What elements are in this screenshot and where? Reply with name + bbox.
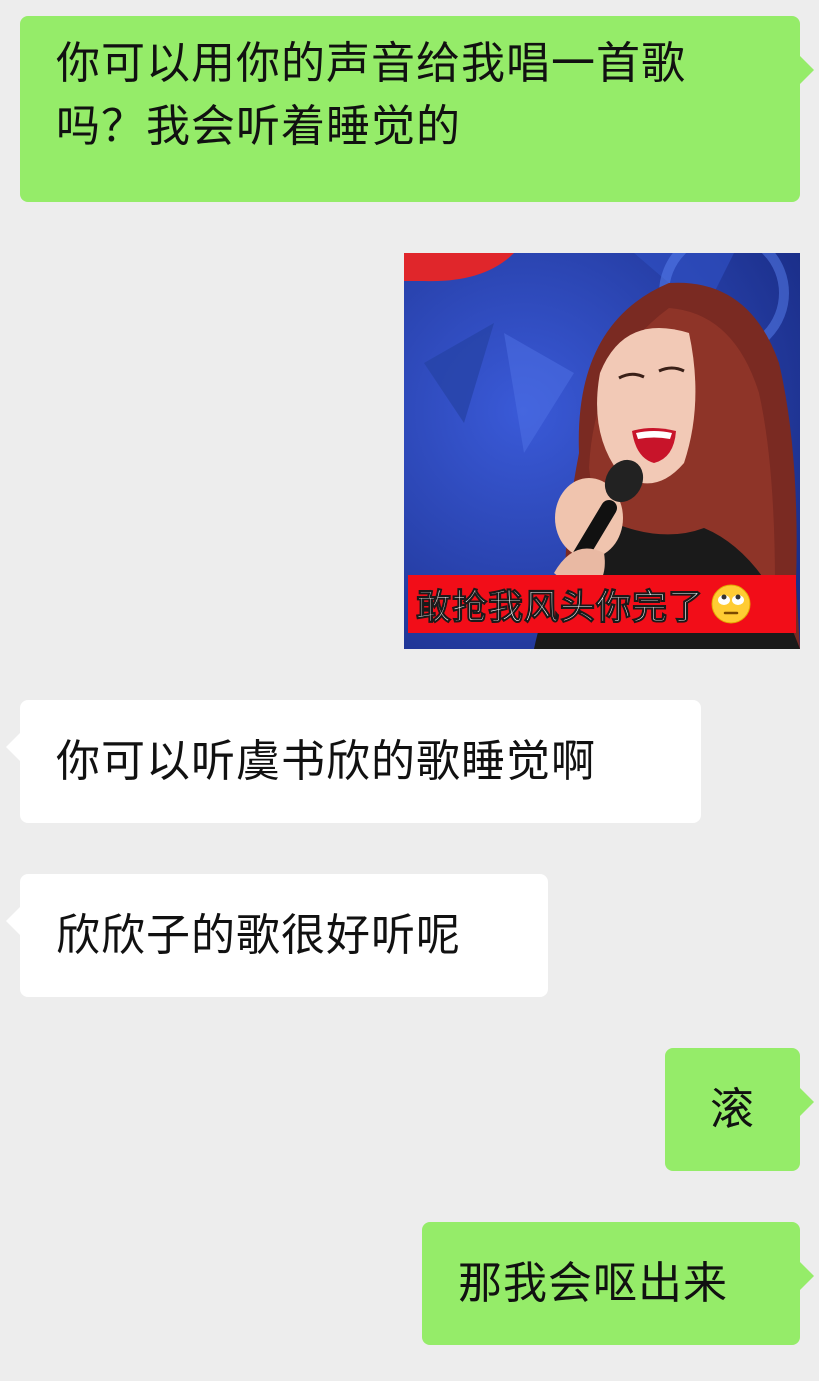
- message-text: 滚: [710, 1084, 755, 1135]
- message-text: 欣欣子的歌很好听呢: [56, 910, 461, 961]
- outgoing-message-bubble[interactable]: 你可以用你的声音给我唱一首歌吗？我会听着睡觉的: [20, 16, 814, 202]
- message-text: 那我会呕出来: [458, 1258, 728, 1309]
- sticker-caption-bar: 敢抢我风头你完了: [408, 575, 796, 633]
- chat-window: 你可以用你的声音给我唱一首歌吗？我会听着睡觉的 敢抢我风头你完了 你可以听虞书欣…: [0, 0, 819, 1381]
- eye-roll-emoji-icon: [711, 584, 751, 624]
- incoming-message-bubble[interactable]: 你可以听虞书欣的歌睡觉啊: [6, 700, 701, 823]
- incoming-message-bubble[interactable]: 欣欣子的歌很好听呢: [6, 874, 548, 997]
- outgoing-message-bubble[interactable]: 那我会呕出来: [422, 1222, 814, 1345]
- sticker-image-message[interactable]: 敢抢我风头你完了: [404, 253, 800, 649]
- message-text: 你可以用你的声音给我唱一首歌吗？我会听着睡觉的: [56, 38, 686, 152]
- sticker-caption: 敢抢我风头你完了: [415, 587, 705, 628]
- message-text: 你可以听虞书欣的歌睡觉啊: [56, 736, 596, 787]
- outgoing-message-bubble[interactable]: 滚: [665, 1048, 814, 1171]
